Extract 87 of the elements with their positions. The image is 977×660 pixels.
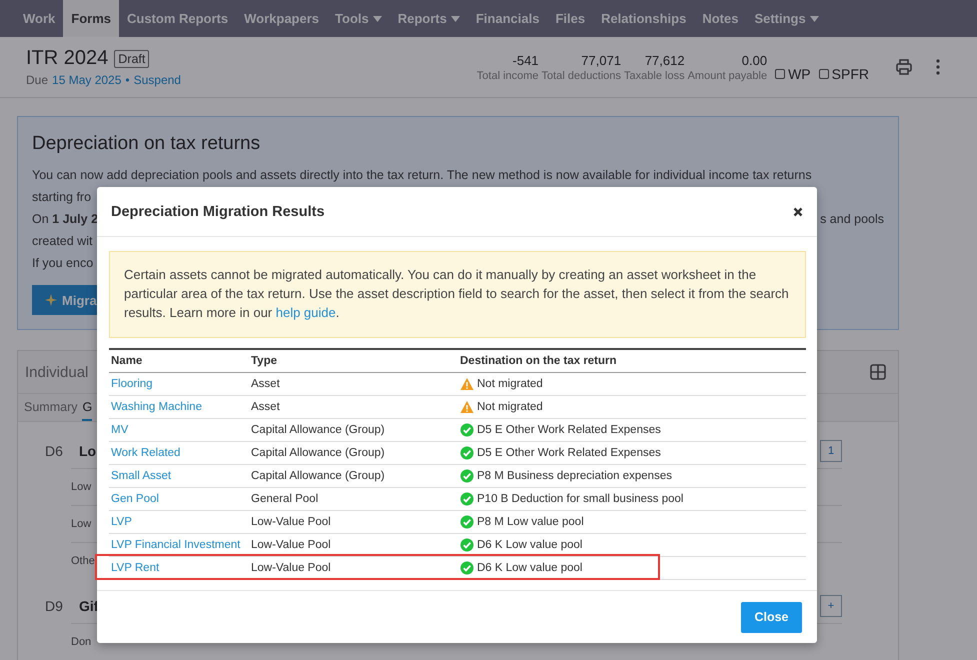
destination-text: D5 E Other Work Related Expenses <box>477 424 661 436</box>
destination-text: D6 K Low value pool <box>477 539 582 551</box>
due-date-link[interactable]: 15 May 2025 <box>52 73 122 87</box>
nav-tab[interactable]: Files <box>547 0 594 37</box>
asset-link[interactable]: Flooring <box>111 378 153 390</box>
destination-text: Not migrated <box>477 401 543 413</box>
close-icon[interactable] <box>791 204 805 218</box>
notice-text: s and pools <box>820 211 884 228</box>
summary-label: Taxable loss <box>624 70 685 82</box>
section-tab[interactable]: G <box>82 400 92 421</box>
asset-link[interactable]: LVP Rent <box>111 562 160 574</box>
summary-label: Total income <box>476 70 539 82</box>
suspend-link[interactable]: Suspend <box>134 73 181 87</box>
group-button[interactable]: + <box>820 595 842 617</box>
checkbox[interactable] <box>818 68 829 78</box>
asset-link[interactable]: Gen Pool <box>111 493 159 505</box>
group-title: Gif <box>79 598 98 614</box>
sparkle-icon <box>44 294 57 306</box>
summary-label: Amount payable <box>688 70 768 82</box>
type-text: General Pool <box>251 493 318 505</box>
type-text: Asset <box>251 378 280 390</box>
summary-value: 77,612 <box>644 52 685 68</box>
column-header: Name <box>109 349 249 372</box>
nav-tab[interactable]: Settings <box>746 0 827 37</box>
close-button[interactable]: Close <box>741 602 802 632</box>
checkbox[interactable] <box>775 68 786 78</box>
type-text: Low-Value Pool <box>251 539 331 551</box>
summary-value: -541 <box>512 52 539 68</box>
group-title: Lo <box>79 443 96 459</box>
nav-tab[interactable]: Financials <box>468 0 548 37</box>
group-code: D6 <box>45 443 64 459</box>
return-title: ITR 2024 <box>26 47 108 70</box>
group-button[interactable]: 1 <box>820 440 842 462</box>
type-text: Capital Allowance (Group) <box>251 424 385 436</box>
destination-text: P8 M Business depreciation expenses <box>477 470 672 482</box>
more-icon[interactable] <box>935 58 941 76</box>
separator-dot: • <box>125 73 130 87</box>
checkbox-label: SPFR <box>832 66 869 82</box>
column-header: Type <box>249 349 458 372</box>
destination-text: D5 E Other Work Related Expenses <box>477 447 661 459</box>
dialog-title: Depreciation Migration Results <box>111 204 325 220</box>
notice-text: If you enco <box>32 255 94 272</box>
type-text: Capital Allowance (Group) <box>251 470 385 482</box>
nav-tab[interactable]: Tools <box>327 0 390 37</box>
nav-tab[interactable]: Workpapers <box>236 0 328 37</box>
help-guide-link[interactable]: help guide <box>276 305 336 320</box>
asset-link[interactable]: LVP Financial Investment <box>111 539 240 551</box>
notice-text: You can now add depreciation pools and assets directly into the tax return. The new method is now available for individual income tax returns <box>32 167 813 184</box>
nav-tab[interactable]: Work <box>15 0 64 37</box>
nav-tab[interactable]: Relationships <box>593 0 694 37</box>
summary-label: Total deductions <box>542 70 622 82</box>
destination-text: P8 M Low value pool <box>477 516 584 528</box>
destination-text: D6 K Low value pool <box>477 562 582 574</box>
row-label: Othe <box>71 555 95 567</box>
asset-link[interactable]: Small Asset <box>111 470 172 482</box>
due-label: Due <box>26 73 48 87</box>
grid-icon[interactable] <box>870 364 886 380</box>
summary-value: 0.00 <box>742 52 768 68</box>
asset-link[interactable]: MV <box>111 424 128 436</box>
asset-link[interactable]: Work Related <box>111 447 180 459</box>
notice-text: created wit <box>32 233 94 250</box>
print-icon[interactable] <box>895 58 913 76</box>
type-text: Low-Value Pool <box>251 562 331 574</box>
notice-title: Depreciation on tax returns <box>32 133 262 155</box>
type-text: Low-Value Pool <box>251 516 331 528</box>
asset-link[interactable]: LVP <box>111 516 132 528</box>
asset-link[interactable]: Washing Machine <box>111 401 202 413</box>
notice-text: starting fro <box>32 189 92 206</box>
checkbox-label: WP <box>788 66 811 82</box>
row-label: Don <box>71 636 92 648</box>
row-label: Low <box>71 518 92 530</box>
section-title: Individual <box>25 364 88 380</box>
type-text: Asset <box>251 401 280 413</box>
nav-tab[interactable]: Custom Reports <box>119 0 236 37</box>
nav-tab[interactable]: Forms <box>63 0 119 37</box>
destination-text: Not migrated <box>477 378 543 390</box>
section-tab[interactable]: Summary <box>24 400 78 421</box>
row-label: Low <box>71 481 92 493</box>
nav-tab[interactable]: Notes <box>694 0 746 37</box>
group-code: D9 <box>45 598 64 614</box>
destination-text: P10 B Deduction for small business pool <box>477 493 684 505</box>
type-text: Capital Allowance (Group) <box>251 447 385 459</box>
alert-text: Certain assets cannot be migrated automatically. You can do it manually by creating an asset worksheet in the particular area of the tax return. Use the asset description field to search for the asset, then select it from the search results. Learn more in our help guide. <box>124 267 789 320</box>
nav-tab[interactable]: Reports <box>390 0 468 37</box>
column-header: Destination on the tax return <box>458 349 806 372</box>
summary-value: 77,071 <box>581 52 622 68</box>
status-badge: Draft <box>114 50 150 68</box>
